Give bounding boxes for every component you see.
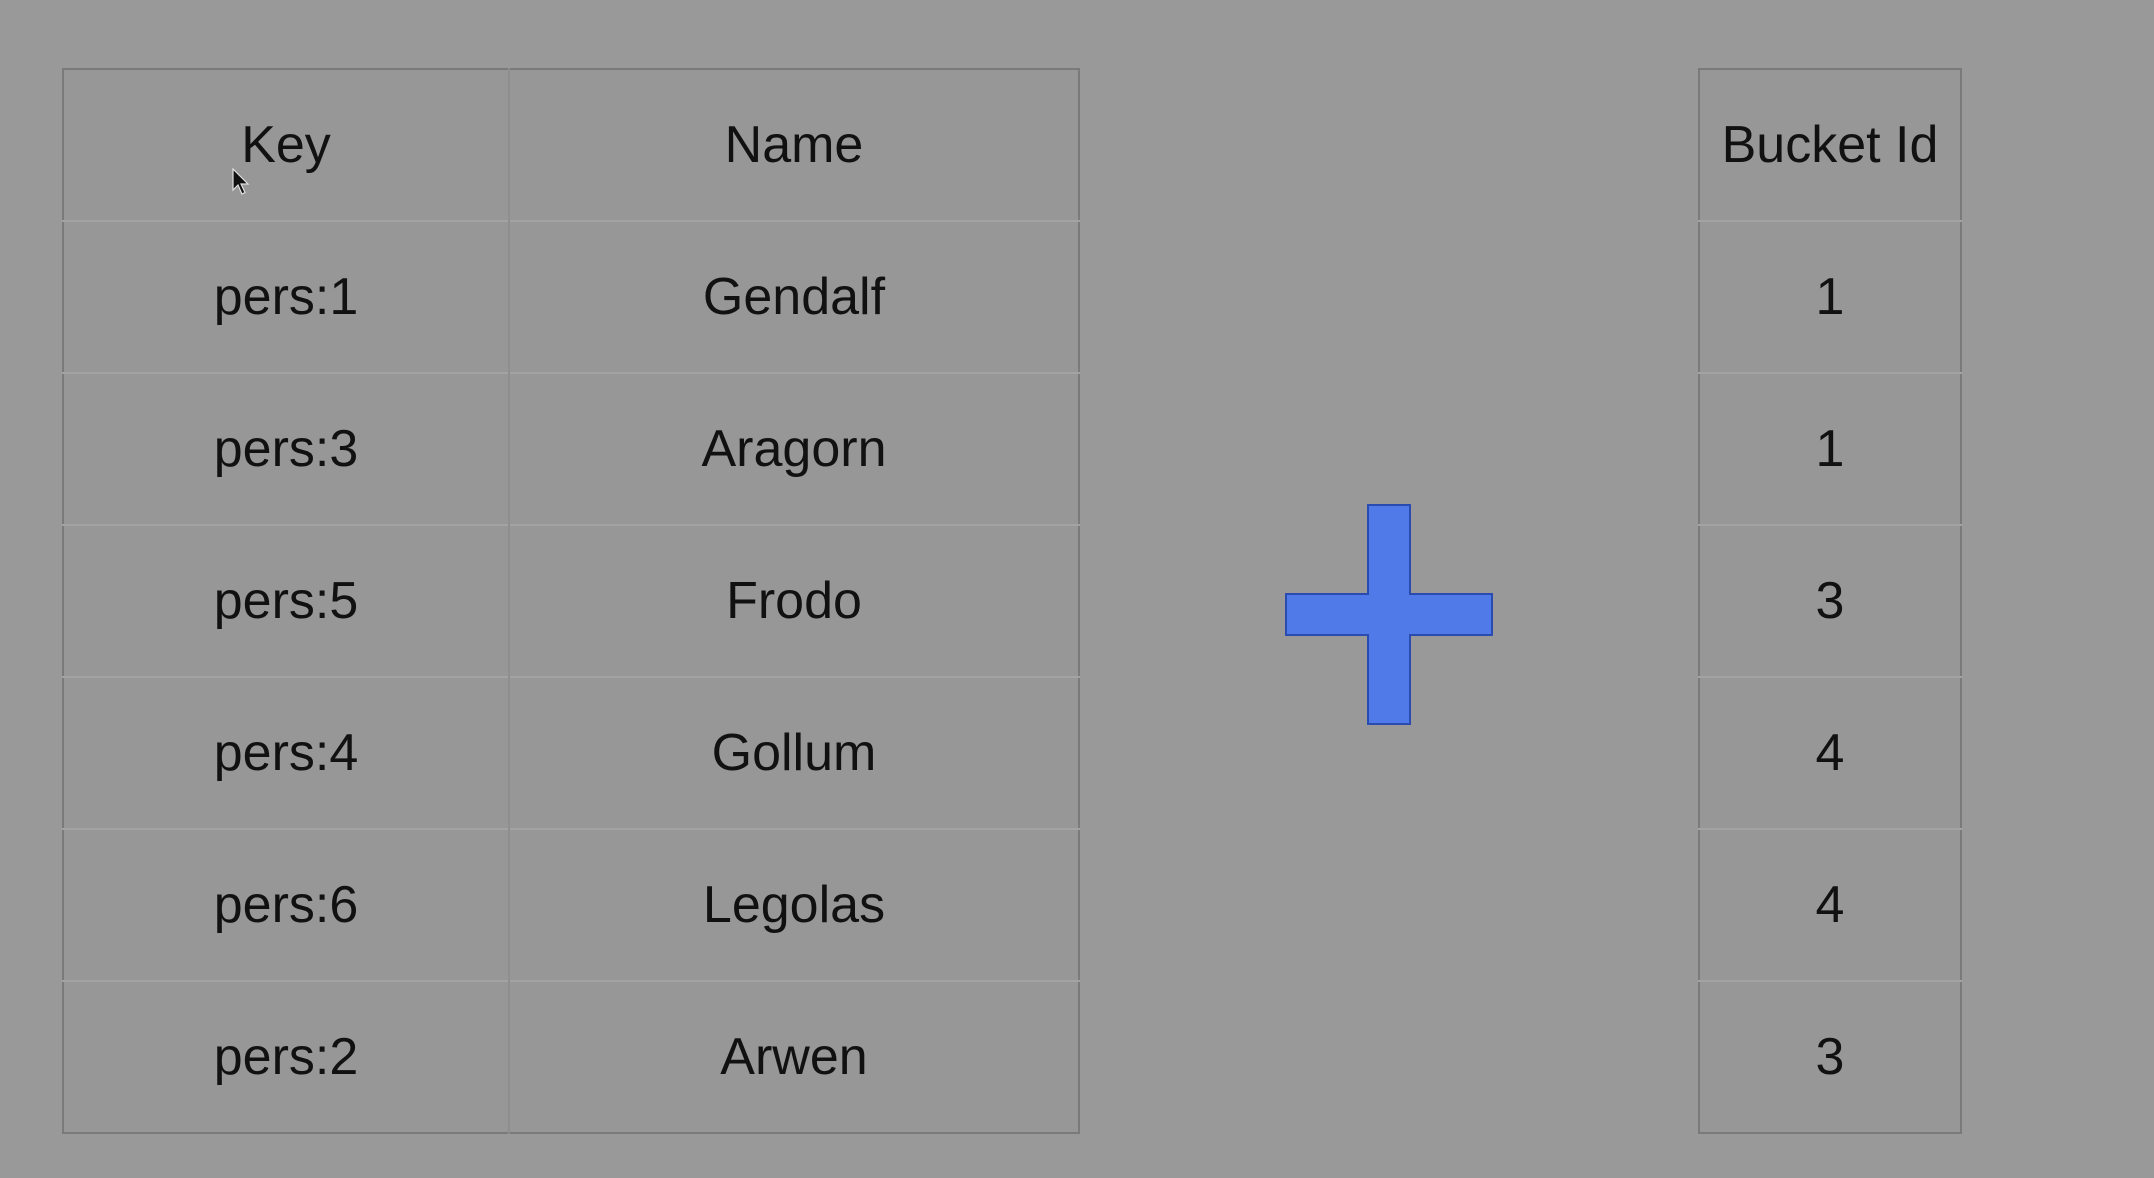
bucket-id-table: Bucket Id 1 1 3 4 4 3 [1698, 68, 1962, 1134]
key-cell: pers:4 [63, 676, 509, 829]
key-cell: pers:3 [63, 372, 509, 525]
name-column-header: Name [508, 69, 1079, 221]
table-row: pers:2 Arwen [63, 980, 1079, 1133]
bucket-id-cell: 3 [1699, 980, 1961, 1133]
table-row: 3 [1699, 980, 1961, 1133]
bucket-id-column-header: Bucket Id [1721, 116, 1939, 174]
key-column-header: Key [241, 116, 331, 174]
plus-icon [1285, 504, 1493, 725]
name-cell: Frodo [508, 524, 1079, 677]
bucket-id-cell: 4 [1699, 828, 1961, 981]
name-cell: Gollum [508, 676, 1079, 829]
name-cell: Gendalf [508, 220, 1079, 373]
table-row: 3 [1699, 524, 1961, 677]
name-cell: Arwen [508, 980, 1079, 1133]
key-cell: pers:5 [63, 524, 509, 677]
table-row: pers:1 Gendalf [63, 220, 1079, 373]
table-row: pers:3 Aragorn [63, 372, 1079, 525]
table-row: 4 [1699, 828, 1961, 981]
table-row: 1 [1699, 220, 1961, 373]
table-row: 4 [1699, 676, 1961, 829]
key-name-table: Key Name pers:1 Gendalf pers:3 Aragorn p… [62, 68, 1080, 1134]
table-row: pers:5 Frodo [63, 524, 1079, 677]
table-row: pers:4 Gollum [63, 676, 1079, 829]
table-row: pers:6 Legolas [63, 828, 1079, 981]
key-cell: pers:2 [63, 980, 509, 1133]
bucket-id-cell: 1 [1699, 220, 1961, 373]
name-cell: Aragorn [508, 372, 1079, 525]
key-cell: pers:1 [63, 220, 509, 373]
table-header-row: Bucket Id [1699, 69, 1961, 221]
table-header-row: Key Name [63, 69, 1079, 221]
bucket-id-cell: 4 [1699, 676, 1961, 829]
table-row: 1 [1699, 372, 1961, 525]
name-cell: Legolas [508, 828, 1079, 981]
key-cell: pers:6 [63, 828, 509, 981]
mouse-pointer-icon [232, 168, 250, 195]
bucket-id-cell: 1 [1699, 372, 1961, 525]
bucket-id-cell: 3 [1699, 524, 1961, 677]
diagram-canvas: Key Name pers:1 Gendalf pers:3 Aragorn p… [0, 0, 2154, 1178]
